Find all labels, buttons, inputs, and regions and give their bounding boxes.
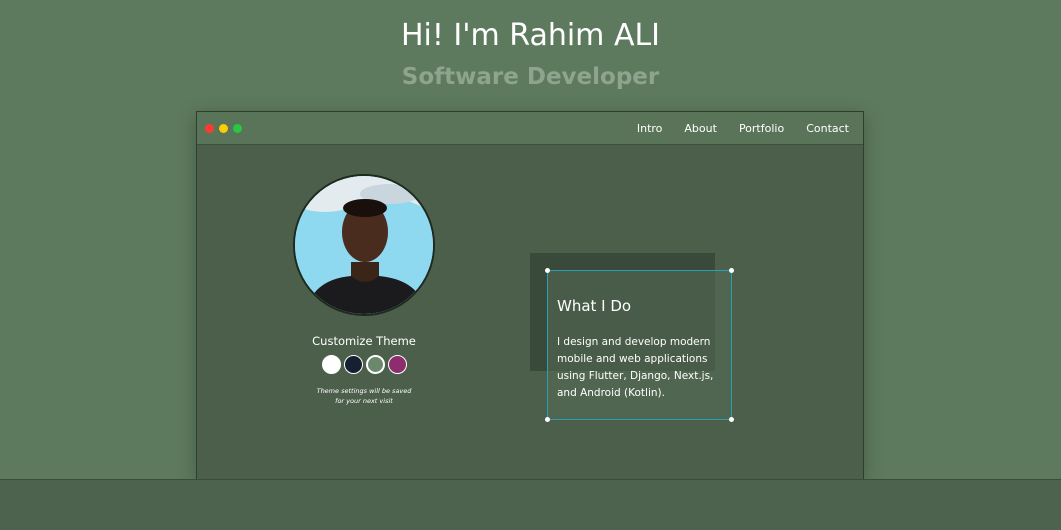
resize-handle-bottom-right[interactable] xyxy=(729,417,734,422)
swatch-green[interactable] xyxy=(365,355,385,374)
hero-subtitle: Software Developer xyxy=(401,64,660,90)
browser-window: Intro About Portfolio Contact Customize … xyxy=(196,111,864,480)
profile-avatar xyxy=(293,174,435,316)
swatch-white[interactable] xyxy=(321,355,341,374)
nav-link-contact[interactable]: Contact xyxy=(806,122,849,135)
hero-title: Hi! I'm Rahim ALI xyxy=(400,18,661,53)
minimize-dot-icon[interactable] xyxy=(219,124,228,133)
theme-note: Theme settings will be saved for your ne… xyxy=(293,386,435,406)
portfolio-page: Hi! I'm Rahim ALI Software Developer Int… xyxy=(0,0,1061,530)
close-dot-icon[interactable] xyxy=(205,124,214,133)
theme-note-line1: Theme settings will be saved xyxy=(316,387,412,395)
swatch-magenta[interactable] xyxy=(387,355,407,374)
nav-link-intro[interactable]: Intro xyxy=(637,122,663,135)
nav-link-portfolio[interactable]: Portfolio xyxy=(739,122,784,135)
resize-handle-bottom-left[interactable] xyxy=(545,417,550,422)
profile-photo-icon xyxy=(295,176,433,314)
card-title: What I Do xyxy=(557,297,632,315)
card-body: I design and develop modern mobile and w… xyxy=(557,336,714,399)
main-nav: Intro About Portfolio Contact xyxy=(637,112,849,145)
swatch-navy[interactable] xyxy=(343,355,363,374)
maximize-dot-icon[interactable] xyxy=(233,124,242,133)
footer-bar xyxy=(0,479,1061,530)
nav-link-about[interactable]: About xyxy=(684,122,717,135)
resize-handle-top-left[interactable] xyxy=(545,268,550,273)
theme-note-line2: for your next visit xyxy=(335,397,393,405)
theme-swatches xyxy=(293,355,435,374)
resize-handle-top-right[interactable] xyxy=(729,268,734,273)
customize-theme-title: Customize Theme xyxy=(312,334,416,348)
what-i-do-card[interactable]: What I Do I design and develop modern mo… xyxy=(545,268,734,422)
window-titlebar: Intro About Portfolio Contact xyxy=(197,112,863,145)
